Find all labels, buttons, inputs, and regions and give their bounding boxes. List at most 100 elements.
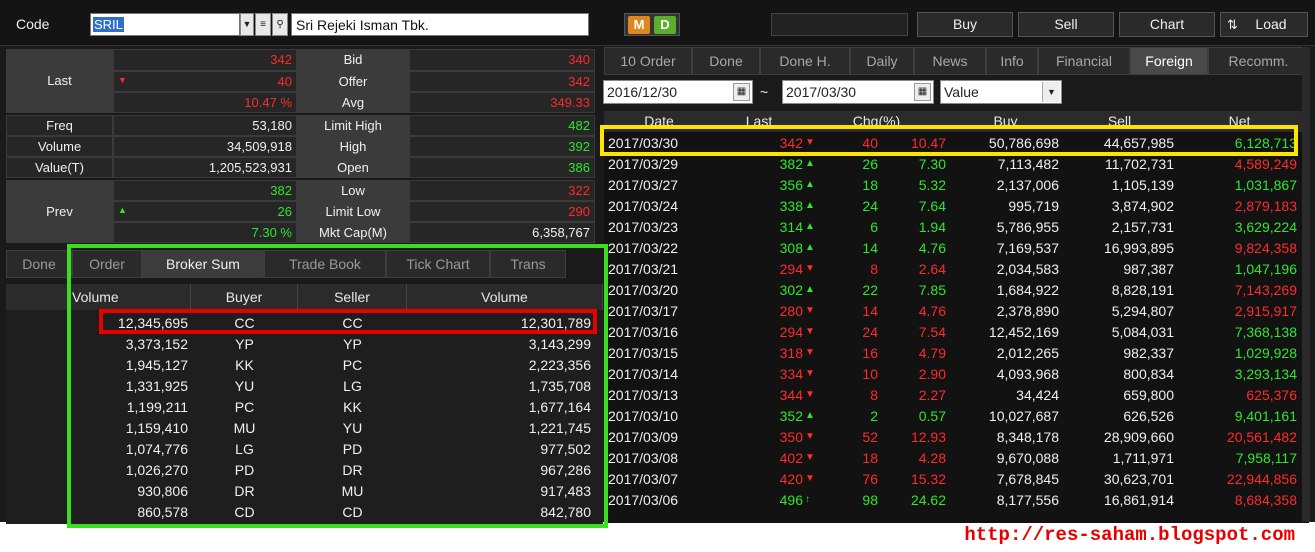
sell-cell: 2,157,731 (1111, 219, 1174, 235)
last-cell: 280 (779, 303, 803, 319)
table-row[interactable]: 2017/03/13 344 ▼ 8 2.27 34,424 659,800 625,376 (604, 385, 1309, 406)
chart-button[interactable]: Chart (1119, 12, 1215, 37)
table-row[interactable]: 2017/03/20 302 ▲ 22 7.85 1,684,922 8,828,191 7,… (604, 280, 1309, 301)
buy-button[interactable]: Buy (917, 12, 1013, 37)
chg-cell: 98 (862, 492, 878, 508)
table-row[interactable]: 2017/03/15 318 ▼ 16 4.79 2,012,265 982,337 1,02… (604, 343, 1309, 364)
date-cell: 2017/03/29 (608, 156, 679, 172)
table-row[interactable]: 2017/03/16 294 ▼ 24 7.54 12,452,169 5,084,031 7… (604, 322, 1309, 343)
last-cell: 294 (779, 261, 803, 277)
net-cell: 4,589,249 (1234, 156, 1297, 172)
sell-cell: 16,861,914 (1103, 492, 1174, 508)
table-row[interactable]: 2017/03/23 314 ▲ 6 1.94 5,786,955 2,157,731 3,6… (604, 217, 1309, 238)
down-arrow-icon: ▼ (805, 431, 815, 442)
sell-cell: 8,828,191 (1111, 282, 1174, 298)
up-arrow-icon: ▲ (805, 221, 815, 232)
down-arrow-icon: ▼ (805, 305, 815, 316)
table-row[interactable]: 2017/03/08 402 ▼ 18 4.28 9,670,088 1,711,971 7,… (604, 448, 1309, 469)
down-arrow-icon: ▼ (805, 263, 815, 274)
last-cell: 356 (779, 177, 803, 193)
sell-cell: 16,993,895 (1103, 240, 1174, 256)
tab-done-history[interactable]: Done H. (760, 47, 850, 75)
low-value: 322 (409, 180, 595, 201)
table-row[interactable]: 2017/03/24 338 ▲ 24 7.64 995,719 3,874,902 2,87… (604, 196, 1309, 217)
chg-cell: 2 (870, 408, 878, 424)
volume-label: Volume (6, 136, 113, 157)
pct-cell: 2.64 (918, 261, 946, 277)
last-cell: 402 (779, 450, 803, 466)
mktcap-label: Mkt Cap(M) (297, 222, 409, 243)
table-row[interactable]: 2017/03/27 356 ▲ 18 5.32 2,137,006 1,105,139 1,… (604, 175, 1309, 196)
m-badge[interactable]: M (628, 16, 650, 34)
table-row[interactable]: 2017/03/29 382 ▲ 26 7.30 7,113,482 11,702,731 4… (604, 154, 1309, 175)
stock-code-input[interactable]: SRIL (90, 13, 240, 36)
table-row[interactable]: 2017/03/17 280 ▼ 14 4.76 2,378,890 5,294,807 2,… (604, 301, 1309, 322)
chevron-down-icon[interactable]: ▼ (1042, 82, 1060, 102)
table-row[interactable]: 2017/03/21 294 ▼ 8 2.64 2,034,583 987,387 1,047… (604, 259, 1309, 280)
mode-select[interactable]: Value ▼ (940, 80, 1062, 104)
net-cell: 3,293,134 (1234, 366, 1297, 382)
tab-done[interactable]: Done (6, 250, 72, 278)
tab-foreign[interactable]: Foreign (1130, 47, 1208, 75)
tab-recommendation[interactable]: Recomm. (1208, 47, 1309, 75)
tab-daily[interactable]: Daily (850, 47, 914, 75)
load-button[interactable]: ⇅ Load (1220, 12, 1308, 37)
list-icon[interactable]: ≡ (255, 13, 271, 36)
avg-value: 349.33 (409, 92, 595, 113)
sell-cell: 3,874,902 (1111, 198, 1174, 214)
offer-value: 342 (409, 71, 595, 92)
buy-cell: 2,034,583 (996, 261, 1059, 277)
table-row[interactable]: 2017/03/10 352 ▲ 2 0.57 10,027,687 626,526 9,40… (604, 406, 1309, 427)
top-toolbar: Code SRIL ▼ ≡ ⚲ Sri Rejeki Isman Tbk. M … (0, 0, 1315, 46)
table-row[interactable]: 2017/03/07 420 ▼ 76 15.32 7,678,845 30,623,701… (604, 469, 1309, 490)
tab-done-right[interactable]: Done (692, 47, 760, 75)
d-badge[interactable]: D (654, 16, 676, 34)
date-cell: 2017/03/13 (608, 387, 679, 403)
date-cell: 2017/03/15 (608, 345, 679, 361)
up-arrow-icon: ▲ (118, 205, 127, 215)
freq-label: Freq (6, 115, 113, 136)
date-from-input[interactable]: 2016/12/30 ▦ (603, 80, 753, 104)
pct-cell: 0.57 (918, 408, 946, 424)
net-cell: 9,401,161 (1234, 408, 1297, 424)
chevron-down-icon[interactable]: ▼ (240, 13, 254, 36)
sell-cell: 28,909,660 (1103, 429, 1174, 445)
calendar-icon[interactable]: ▦ (914, 83, 931, 101)
sell-button[interactable]: Sell (1018, 12, 1114, 37)
load-label: Load (1255, 16, 1287, 32)
down-arrow-icon: ▼ (805, 368, 815, 379)
buy-cell: 7,113,482 (997, 156, 1059, 172)
chg-cell: 6 (870, 219, 878, 235)
chg-cell: 8 (870, 387, 878, 403)
down-arrow-icon: ▼ (805, 473, 815, 484)
buy-cell: 10,027,687 (988, 408, 1059, 424)
table-row[interactable]: 2017/03/09 350 ▼ 52 12.93 8,348,178 28,909,660… (604, 427, 1309, 448)
table-row[interactable]: 2017/03/14 334 ▼ 10 2.90 4,093,968 800,834 3,29… (604, 364, 1309, 385)
table-row[interactable]: 2017/03/06 496 ↑ 98 24.62 8,177,556 16,861,914… (604, 490, 1309, 511)
date-cell: 2017/03/23 (608, 219, 679, 235)
up-arrow-icon: ▲ (805, 242, 815, 253)
pct-cell: 7.54 (918, 324, 946, 340)
table-row[interactable]: 2017/03/22 308 ▲ 14 4.76 7,169,537 16,993,895 9… (604, 238, 1309, 259)
buy-cell: 5,786,955 (996, 219, 1059, 235)
tab-news[interactable]: News (914, 47, 986, 75)
tab-10-order[interactable]: 10 Order (604, 47, 692, 75)
tab-financial[interactable]: Financial (1038, 47, 1130, 75)
scrollbar[interactable] (1302, 47, 1310, 522)
buy-cell: 9,670,088 (996, 450, 1059, 466)
calendar-icon[interactable]: ▦ (733, 83, 750, 101)
net-cell: 7,143,269 (1234, 282, 1297, 298)
md-toggle[interactable]: M D (624, 13, 680, 36)
buy-cell: 2,378,890 (996, 303, 1059, 319)
date-cell: 2017/03/21 (608, 261, 679, 277)
up-arrow-icon: ▲ (805, 200, 815, 211)
highlight-broker-panel (67, 244, 608, 528)
up-arrow-icon: ▲ (805, 410, 815, 421)
last-cell: 314 (779, 219, 803, 235)
last-cell: 334 (779, 366, 803, 382)
search-icon[interactable]: ⚲ (272, 13, 288, 36)
date-to-input[interactable]: 2017/03/30 ▦ (782, 80, 934, 104)
tab-info[interactable]: Info (986, 47, 1038, 75)
net-cell: 9,824,358 (1234, 240, 1297, 256)
last-cell: 338 (779, 198, 803, 214)
